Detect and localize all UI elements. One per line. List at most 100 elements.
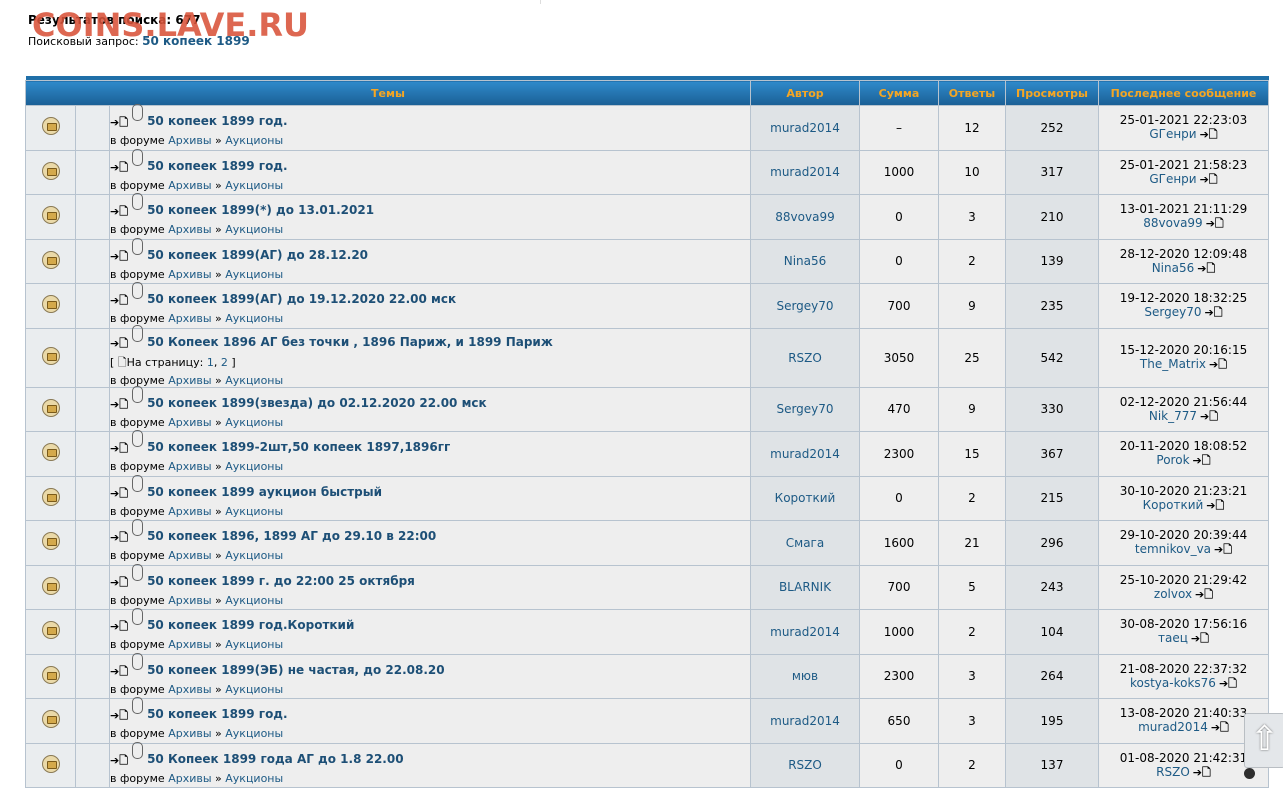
goto-new-post-icon[interactable]: ➔🗋 [110, 663, 128, 682]
topic-title-link[interactable]: 50 копеек 1899(ЭБ) не частая, до 22.08.2… [147, 663, 445, 677]
subforum-link[interactable]: Аукционы [225, 460, 283, 473]
topic-title-link[interactable]: 50 Копеек 1899 года АГ до 1.8 22.00 [147, 752, 404, 766]
goto-new-post-icon[interactable]: ➔🗋 [110, 159, 128, 178]
forum-link[interactable]: Архивы [168, 772, 211, 785]
goto-new-post-icon[interactable]: ➔🗋 [110, 529, 128, 548]
subforum-link[interactable]: Аукционы [225, 134, 283, 147]
last-post-user-link[interactable]: GГенри [1149, 127, 1196, 141]
subforum-link[interactable]: Аукционы [225, 772, 283, 785]
forum-link[interactable]: Архивы [168, 727, 211, 740]
last-post-user-link[interactable]: таец [1158, 631, 1188, 645]
goto-last-post-icon[interactable]: ➔🗋 [1206, 217, 1224, 230]
forum-link[interactable]: Архивы [168, 134, 211, 147]
goto-new-post-icon[interactable]: ➔🗋 [110, 752, 128, 771]
forum-link[interactable]: Архивы [168, 268, 211, 281]
topic-title-link[interactable]: 50 копеек 1899 год. [147, 707, 288, 721]
topic-title-link[interactable]: 50 копеек 1899 год. [147, 159, 288, 173]
author-link[interactable]: BLARNIK [779, 580, 831, 594]
goto-last-post-icon[interactable]: ➔🗋 [1195, 588, 1213, 601]
forum-link[interactable]: Архивы [168, 549, 211, 562]
last-post-user-link[interactable]: 88vova99 [1143, 216, 1202, 230]
forum-link[interactable]: Архивы [168, 683, 211, 696]
subforum-link[interactable]: Аукционы [225, 179, 283, 192]
subforum-link[interactable]: Аукционы [225, 638, 283, 651]
goto-new-post-icon[interactable]: ➔🗋 [110, 248, 128, 267]
goto-last-post-icon[interactable]: ➔🗋 [1209, 358, 1227, 371]
subforum-link[interactable]: Аукционы [225, 374, 283, 387]
subforum-link[interactable]: Аукционы [225, 683, 283, 696]
forum-link[interactable]: Архивы [168, 179, 211, 192]
author-link[interactable]: 88vova99 [775, 210, 834, 224]
last-post-user-link[interactable]: GГенри [1149, 172, 1196, 186]
last-post-user-link[interactable]: temnikov_va [1135, 542, 1211, 556]
author-link[interactable]: murad2014 [770, 625, 840, 639]
topic-title-link[interactable]: 50 копеек 1899(АГ) до 28.12.20 [147, 248, 368, 262]
subforum-link[interactable]: Аукционы [225, 416, 283, 429]
goto-new-post-icon[interactable]: ➔🗋 [110, 292, 128, 311]
topic-title-link[interactable]: 50 копеек 1899 год.Короткий [147, 618, 354, 632]
last-post-user-link[interactable]: The_Matrix [1140, 357, 1206, 371]
topic-title-link[interactable]: 50 копеек 1899 г. до 22:00 25 октября [147, 574, 415, 588]
author-link[interactable]: Смага [786, 536, 824, 550]
topic-title-link[interactable]: 50 копеек 1899(*) до 13.01.2021 [147, 203, 374, 217]
topic-title-link[interactable]: 50 копеек 1899-2шт,50 копеек 1897,1896гг [147, 440, 450, 454]
author-link[interactable]: murad2014 [770, 714, 840, 728]
last-post-user-link[interactable]: Короткий [1143, 498, 1204, 512]
last-post-user-link[interactable]: RSZO [1156, 765, 1190, 779]
goto-new-post-icon[interactable]: ➔🗋 [110, 203, 128, 222]
goto-new-post-icon[interactable]: ➔🗋 [110, 335, 128, 354]
goto-last-post-icon[interactable]: ➔🗋 [1200, 128, 1218, 141]
last-post-user-link[interactable]: zolvox [1154, 587, 1192, 601]
forum-link[interactable]: Архивы [168, 505, 211, 518]
scroll-to-top-button[interactable]: ⇧ [1244, 713, 1283, 768]
goto-new-post-icon[interactable]: ➔🗋 [110, 618, 128, 637]
author-link[interactable]: Короткий [775, 491, 836, 505]
last-post-user-link[interactable]: Sergey70 [1144, 305, 1201, 319]
goto-last-post-icon[interactable]: ➔🗋 [1206, 499, 1224, 512]
goto-last-post-icon[interactable]: ➔🗋 [1200, 173, 1218, 186]
topic-title-link[interactable]: 50 копеек 1899(АГ) до 19.12.2020 22.00 м… [147, 292, 456, 306]
goto-new-post-icon[interactable]: ➔🗋 [110, 440, 128, 459]
forum-link[interactable]: Архивы [168, 312, 211, 325]
goto-last-post-icon[interactable]: ➔🗋 [1197, 262, 1215, 275]
goto-last-post-icon[interactable]: ➔🗋 [1193, 766, 1211, 779]
goto-last-post-icon[interactable]: ➔🗋 [1219, 677, 1237, 690]
subforum-link[interactable]: Аукционы [225, 727, 283, 740]
subforum-link[interactable]: Аукционы [225, 594, 283, 607]
goto-new-post-icon[interactable]: ➔🗋 [110, 574, 128, 593]
page-link[interactable]: 1 [207, 356, 214, 369]
page-link[interactable]: 2 [221, 356, 228, 369]
subforum-link[interactable]: Аукционы [225, 549, 283, 562]
author-link[interactable]: мюв [792, 669, 818, 683]
goto-last-post-icon[interactable]: ➔🗋 [1211, 721, 1229, 734]
forum-link[interactable]: Архивы [168, 638, 211, 651]
author-link[interactable]: murad2014 [770, 165, 840, 179]
forum-link[interactable]: Архивы [168, 223, 211, 236]
author-link[interactable]: Sergey70 [776, 402, 833, 416]
topic-title-link[interactable]: 50 копеек 1899 год. [147, 114, 288, 128]
forum-link[interactable]: Архивы [168, 374, 211, 387]
goto-last-post-icon[interactable]: ➔🗋 [1191, 632, 1209, 645]
last-post-user-link[interactable]: Nik_777 [1149, 409, 1197, 423]
forum-link[interactable]: Архивы [168, 460, 211, 473]
last-post-user-link[interactable]: Porok [1156, 453, 1189, 467]
forum-link[interactable]: Архивы [168, 416, 211, 429]
author-link[interactable]: RSZO [788, 351, 822, 365]
subforum-link[interactable]: Аукционы [225, 505, 283, 518]
goto-new-post-icon[interactable]: ➔🗋 [110, 396, 128, 415]
goto-new-post-icon[interactable]: ➔🗋 [110, 114, 128, 133]
subforum-link[interactable]: Аукционы [225, 223, 283, 236]
goto-last-post-icon[interactable]: ➔🗋 [1193, 454, 1211, 467]
goto-last-post-icon[interactable]: ➔🗋 [1205, 306, 1223, 319]
subforum-link[interactable]: Аукционы [225, 268, 283, 281]
author-link[interactable]: murad2014 [770, 447, 840, 461]
author-link[interactable]: Nina56 [784, 254, 827, 268]
goto-last-post-icon[interactable]: ➔🗋 [1214, 543, 1232, 556]
forum-link[interactable]: Архивы [168, 594, 211, 607]
subforum-link[interactable]: Аукционы [225, 312, 283, 325]
author-link[interactable]: Sergey70 [776, 299, 833, 313]
goto-last-post-icon[interactable]: ➔🗋 [1200, 410, 1218, 423]
last-post-user-link[interactable]: Nina56 [1152, 261, 1195, 275]
goto-new-post-icon[interactable]: ➔🗋 [110, 485, 128, 504]
last-post-user-link[interactable]: murad2014 [1138, 720, 1208, 734]
